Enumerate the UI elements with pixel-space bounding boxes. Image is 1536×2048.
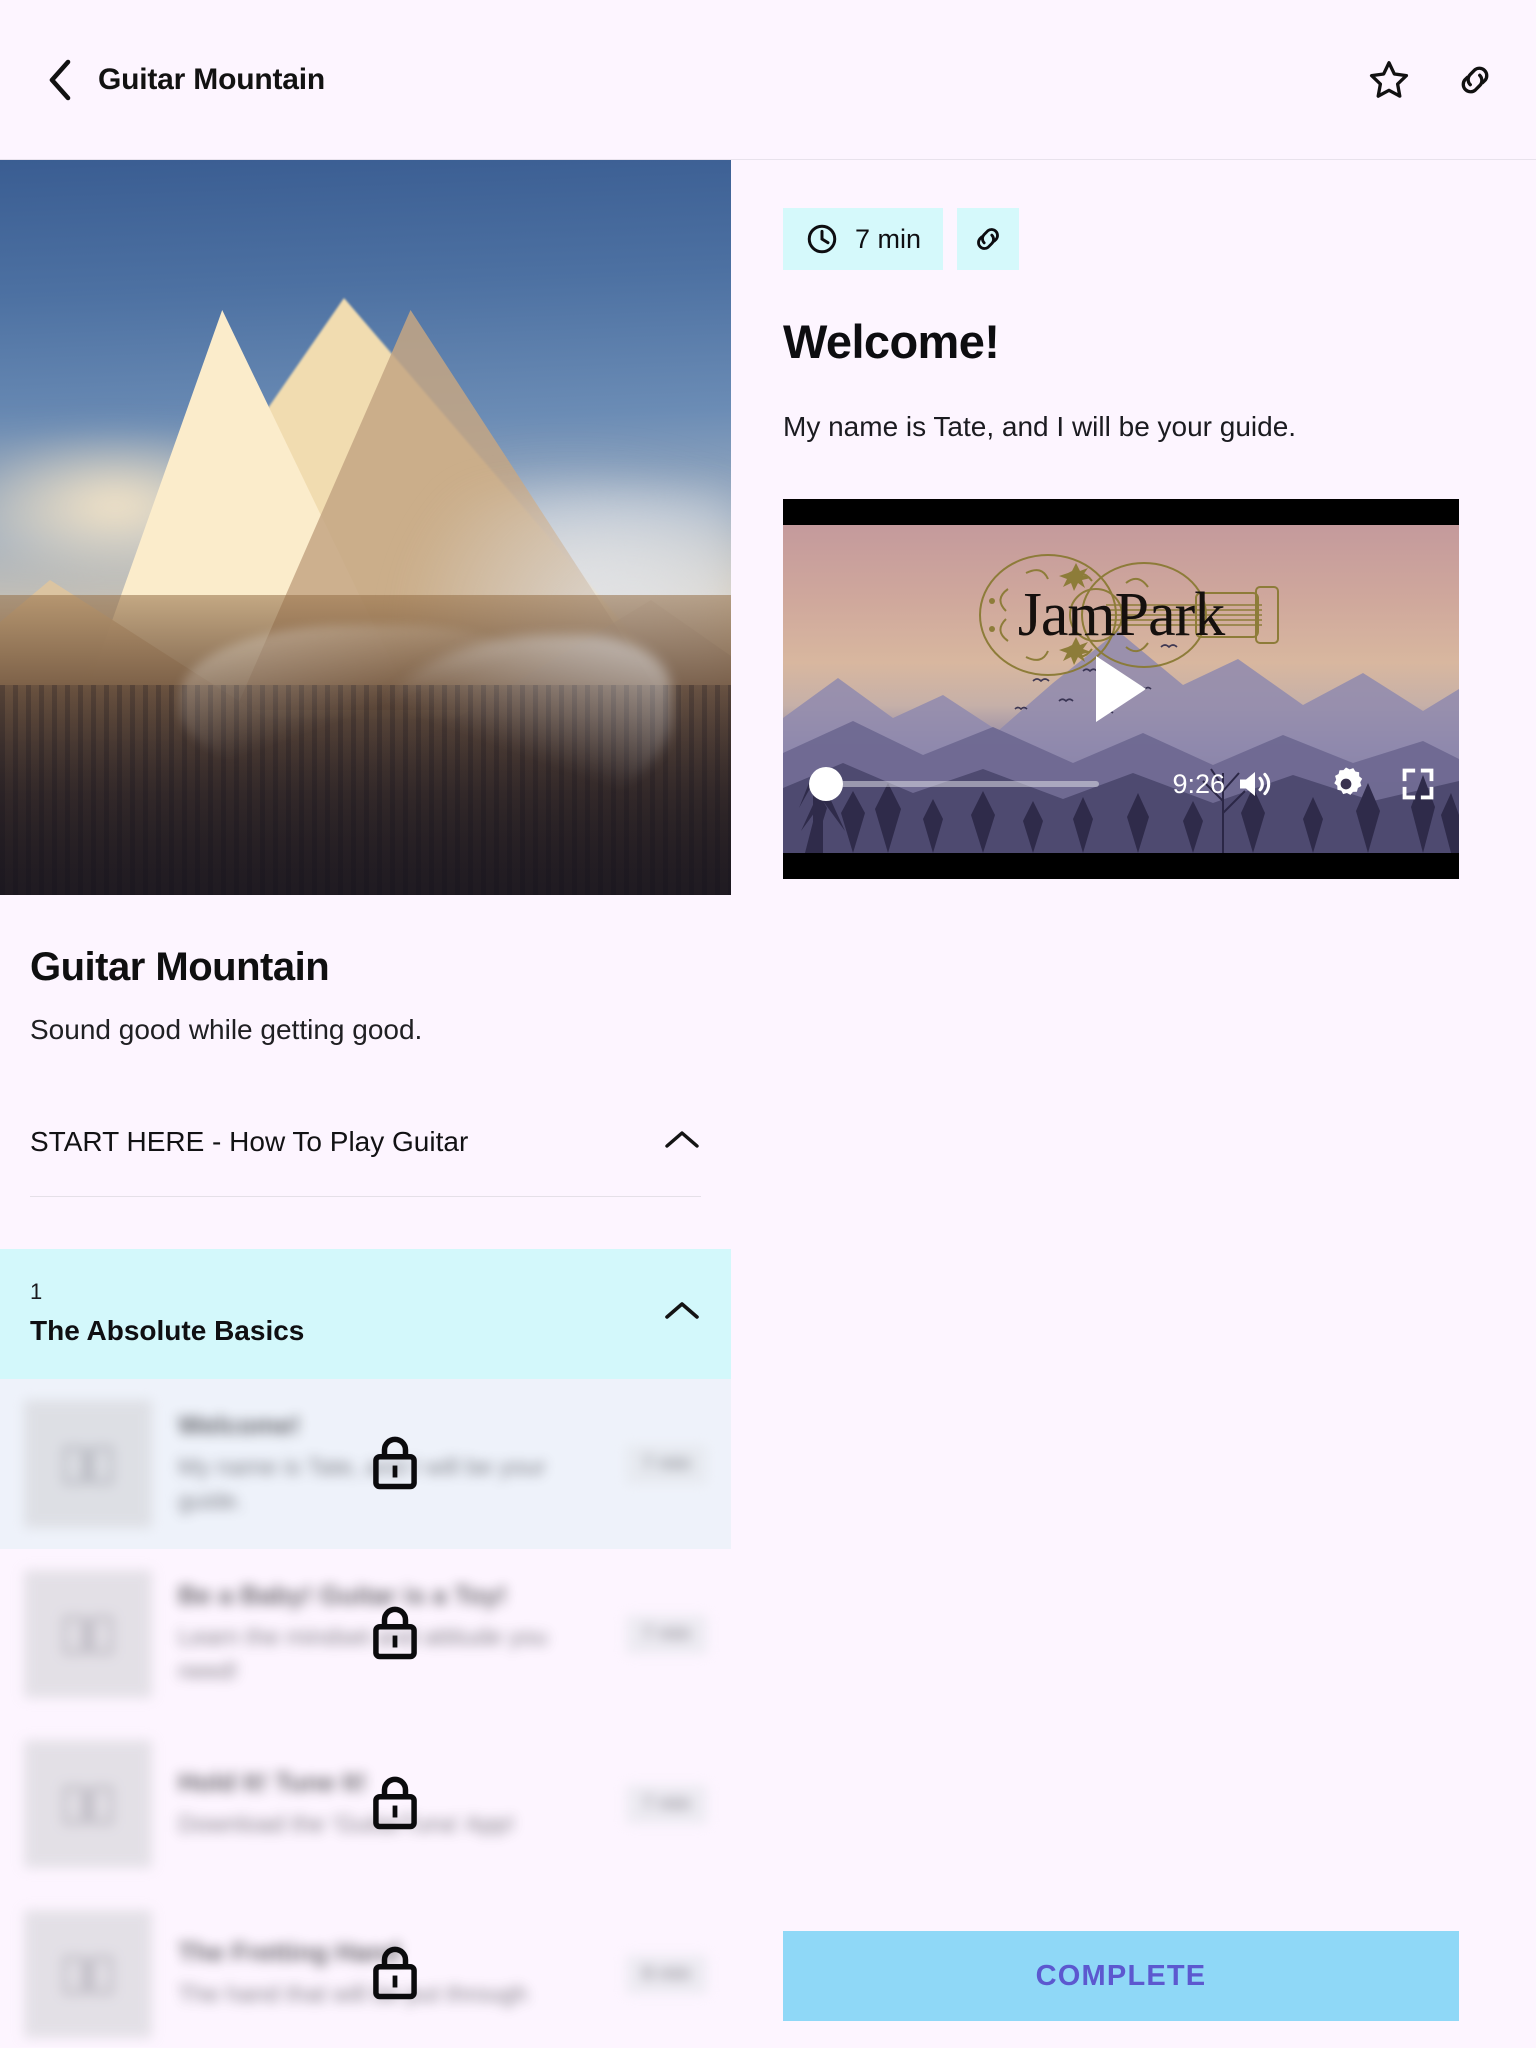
gear-icon <box>1334 767 1363 795</box>
module-number: 1 <box>30 1279 43 1304</box>
settings-button[interactable] <box>1327 765 1365 803</box>
lesson-duration: 8 min <box>626 1954 707 1994</box>
play-icon[interactable] <box>1096 656 1146 722</box>
course-outline-column: Guitar Mountain Sound good while getting… <box>0 160 731 2047</box>
book-icon <box>63 1616 113 1655</box>
section-collapse-toggle[interactable] <box>663 1127 701 1158</box>
lock-icon <box>373 1776 417 1830</box>
lesson-detail-column: 7 min Welcome! My name is Tate, and I wi… <box>731 160 1536 2047</box>
lock-icon <box>373 1606 417 1660</box>
fullscreen-button[interactable] <box>1399 765 1437 803</box>
lesson-row[interactable]: Welcome! My name is Tate, and I will be … <box>0 1379 731 1549</box>
module-header-text: 1 The Absolute Basics <box>30 1279 304 1347</box>
lesson-lock <box>366 1771 424 1838</box>
star-outline-icon <box>1369 60 1409 98</box>
lesson-list: Welcome! My name is Tate, and I will be … <box>0 1379 731 2047</box>
lesson-share-badge[interactable] <box>957 208 1020 270</box>
seek-track <box>827 781 1099 787</box>
lesson-lock <box>366 1941 424 2008</box>
lock-icon <box>373 1946 417 2000</box>
book-icon <box>63 1446 113 1485</box>
page-title: Guitar Mountain <box>98 62 325 96</box>
lesson-row[interactable]: Hold It! Tune It! Download the 'GuitarTu… <box>0 1719 731 1889</box>
back-button[interactable] <box>36 57 82 103</box>
chevron-up-icon <box>665 1130 699 1148</box>
complete-button[interactable]: COMPLETE <box>783 1931 1459 2021</box>
lesson-thumbnail <box>24 1740 152 1868</box>
favorite-button[interactable] <box>1366 57 1412 103</box>
lesson-lock <box>366 1431 424 1498</box>
video-stage: JamPark 9:26 <box>783 525 1459 853</box>
seek-bar[interactable] <box>809 767 1099 801</box>
lesson-duration: 7 min <box>626 1784 707 1824</box>
lesson-thumbnail <box>24 1400 152 1528</box>
video-controls: 9:26 <box>783 741 1459 827</box>
volume-button[interactable] <box>1235 766 1275 802</box>
share-link-button[interactable] <box>1452 57 1498 103</box>
chevron-left-icon <box>49 59 71 100</box>
lesson-meta-badges: 7 min <box>783 208 1484 270</box>
lesson-row[interactable]: Be a Baby! Guitar is a Toy! Learn the mi… <box>0 1549 731 1719</box>
section-header-label: START HERE - How To Play Guitar <box>30 1126 469 1157</box>
module-header-1[interactable]: 1 The Absolute Basics <box>0 1249 731 1379</box>
top-app-bar: Guitar Mountain <box>0 0 1536 160</box>
course-info: Guitar Mountain Sound good while getting… <box>0 945 731 1197</box>
course-subtitle: Sound good while getting good. <box>30 1014 423 1045</box>
lock-icon <box>373 1436 417 1490</box>
duration-badge[interactable]: 7 min <box>783 208 944 270</box>
topbar-actions <box>1366 57 1498 103</box>
video-duration: 9:26 <box>1172 768 1225 799</box>
lesson-duration: 7 min <box>626 1444 707 1484</box>
link-icon <box>977 228 999 250</box>
section-header-start-here[interactable]: START HERE - How To Play Guitar <box>30 1126 701 1197</box>
chevron-up-icon <box>665 1301 699 1319</box>
lesson-duration: 7 min <box>626 1614 707 1654</box>
video-player[interactable]: JamPark 9:26 <box>783 499 1459 879</box>
content-area: Guitar Mountain Sound good while getting… <box>0 160 1536 2047</box>
video-logo-text: JamPark <box>1017 581 1226 649</box>
module-collapse-toggle[interactable] <box>663 1298 701 1329</box>
lesson-thumbnail <box>24 1570 152 1698</box>
module-title: The Absolute Basics <box>30 1315 305 1346</box>
duration-badge-text: 7 min <box>855 223 922 254</box>
lesson-thumbnail <box>24 1910 152 2038</box>
lesson-detail-body: My name is Tate, and I will be your guid… <box>783 411 1297 442</box>
course-hero-image <box>0 160 731 895</box>
lesson-lock <box>366 1601 424 1668</box>
lesson-row[interactable]: The Fretting Hand The hand that will be … <box>0 1889 731 2047</box>
course-title: Guitar Mountain <box>30 945 330 989</box>
link-icon <box>1461 66 1489 93</box>
book-icon <box>63 1956 113 1995</box>
seek-thumb[interactable] <box>809 767 843 801</box>
volume-high-icon <box>1240 772 1271 796</box>
book-icon <box>63 1786 113 1825</box>
clock-icon <box>807 224 837 254</box>
lesson-detail-heading: Welcome! <box>783 315 1000 368</box>
fullscreen-icon <box>1402 768 1434 800</box>
